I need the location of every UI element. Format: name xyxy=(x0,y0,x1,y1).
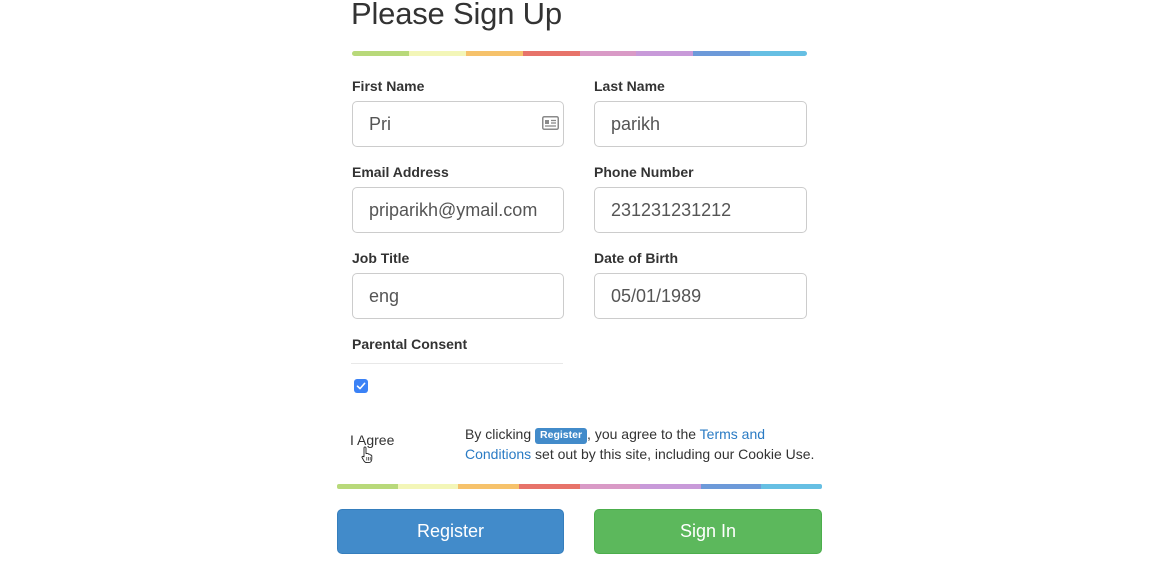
terms-prefix: By clicking xyxy=(465,426,532,442)
contact-card-icon[interactable] xyxy=(542,116,559,130)
page-title: Please Sign Up xyxy=(351,0,562,31)
stripe-segment xyxy=(458,484,519,489)
first-name-label: First Name xyxy=(352,78,425,94)
stripe-segment xyxy=(352,51,409,56)
stripe-segment xyxy=(408,51,466,56)
color-stripe-top xyxy=(352,51,807,56)
register-button[interactable]: Register xyxy=(337,509,564,554)
stripe-segment xyxy=(397,484,459,489)
checkmark-icon xyxy=(356,382,366,390)
last-name-label: Last Name xyxy=(594,78,665,94)
parental-consent-label: Parental Consent xyxy=(352,336,468,352)
email-input[interactable] xyxy=(352,187,564,233)
terms-text: By clicking Register, you agree to the T… xyxy=(465,424,835,464)
stripe-segment xyxy=(640,484,701,489)
stripe-segment xyxy=(518,484,580,489)
divider xyxy=(351,363,563,364)
dob-input[interactable] xyxy=(594,273,807,319)
parental-consent-checkbox[interactable] xyxy=(354,379,368,393)
terms-suffix: set out by this site, including our Cook… xyxy=(535,446,815,462)
stripe-segment xyxy=(522,51,580,56)
stripe-segment xyxy=(579,51,637,56)
stripe-segment xyxy=(636,51,694,56)
first-name-input[interactable] xyxy=(352,101,564,147)
stripe-segment xyxy=(700,484,762,489)
job-title-label: Job Title xyxy=(352,250,410,266)
stripe-segment xyxy=(693,51,751,56)
stripe-segment xyxy=(750,51,807,56)
phone-label: Phone Number xyxy=(594,164,694,180)
hand-cursor-icon xyxy=(361,446,373,464)
stripe-segment xyxy=(465,51,523,56)
stripe-segment xyxy=(337,484,398,489)
register-badge: Register xyxy=(535,428,588,444)
phone-input[interactable] xyxy=(594,187,807,233)
job-title-input[interactable] xyxy=(352,273,564,319)
terms-middle: , you agree to the xyxy=(587,426,697,442)
sign-in-button[interactable]: Sign In xyxy=(594,509,822,554)
stripe-segment xyxy=(761,484,822,489)
dob-label: Date of Birth xyxy=(594,250,678,266)
last-name-input[interactable] xyxy=(594,101,807,147)
email-label: Email Address xyxy=(352,164,449,180)
color-stripe-bottom xyxy=(337,484,822,489)
stripe-segment xyxy=(579,484,641,489)
